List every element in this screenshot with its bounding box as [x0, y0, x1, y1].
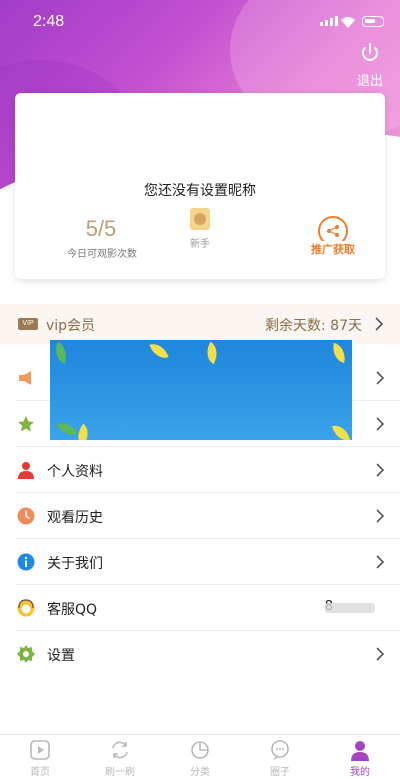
menu-item-settings[interactable]: 设置 [15, 631, 400, 677]
profile-card: 您还没有设置昵称 5/5 今日可观影次数 新手 推广获取 [15, 93, 385, 279]
menu-item-label: 关于我们 [47, 556, 103, 572]
signal-icon [320, 16, 338, 26]
menu-item-label: 个人资料 [47, 464, 103, 480]
menu-item-about[interactable]: 关于我们 [15, 539, 400, 585]
promo-button[interactable]: 推广获取 [309, 216, 357, 260]
menu-item-history[interactable]: 观看历史 [15, 493, 400, 539]
support-icon [17, 599, 35, 617]
tab-category[interactable]: 分类 [170, 739, 230, 778]
promo-label: 推广获取 [309, 241, 357, 257]
play-icon [30, 740, 50, 760]
user-icon [351, 741, 369, 761]
person-icon [18, 462, 34, 479]
nickname[interactable]: 您还没有设置昵称 [15, 180, 385, 200]
menu-item-label: 设置 [47, 648, 75, 664]
chat-icon [271, 740, 289, 760]
chevron-right-icon [376, 555, 385, 569]
tab-label: 我的 [350, 767, 370, 778]
watch-count: 5/5 [85, 216, 117, 241]
chevron-right-icon [376, 463, 385, 477]
status-bar: 2:48 [0, 0, 400, 44]
tab-me[interactable]: 我的 [330, 739, 390, 778]
wifi-icon [340, 14, 356, 33]
level-badge-icon [190, 208, 210, 230]
ad-banner[interactable] [50, 340, 352, 440]
tab-label: 圈子 [270, 767, 290, 778]
tab-label: 分类 [190, 767, 210, 778]
vip-row[interactable]: VIP vip会员 剩余天数: 87天 [0, 304, 400, 344]
tab-circle[interactable]: 圈子 [250, 739, 310, 778]
logout-button[interactable]: 退出 [354, 42, 386, 89]
chevron-right-icon [375, 317, 384, 331]
chevron-right-icon [376, 647, 385, 661]
battery-icon [362, 16, 384, 27]
support-qq-redacted [325, 603, 375, 613]
vip-remaining-days: 剩余天数: 87天 [265, 318, 362, 334]
vip-label: vip会员 [46, 318, 96, 334]
gear-icon [17, 645, 35, 663]
logout-label: 退出 [356, 74, 383, 89]
pie-icon [191, 741, 209, 759]
level-label: 新手 [190, 239, 210, 250]
tab-label: 刷一刷 [105, 767, 135, 778]
watch-count-label: 今日可观影次数 [67, 249, 137, 260]
tab-swipe[interactable]: 刷一刷 [90, 739, 150, 778]
chevron-right-icon [376, 371, 385, 385]
refresh-icon [112, 741, 128, 759]
chevron-right-icon [376, 417, 385, 431]
menu-item-label: 观看历史 [47, 510, 103, 526]
tab-label: 首页 [30, 767, 50, 778]
menu-item-support-qq[interactable]: 客服QQ 8 [15, 585, 400, 631]
clock-icon [17, 507, 35, 525]
status-time: 2:48 [33, 13, 65, 30]
vip-icon: VIP [18, 318, 38, 330]
info-icon [17, 553, 35, 571]
menu-item-profile[interactable]: 个人资料 [15, 447, 400, 493]
star-icon [18, 416, 34, 432]
chevron-right-icon [376, 509, 385, 523]
megaphone-icon [19, 371, 31, 385]
menu-item-label: 客服QQ [47, 602, 98, 618]
power-icon [362, 43, 378, 61]
tab-home[interactable]: 首页 [10, 739, 70, 778]
bottom-tab-bar: 首页 刷一刷 分类 圈子 我的 [0, 734, 400, 779]
